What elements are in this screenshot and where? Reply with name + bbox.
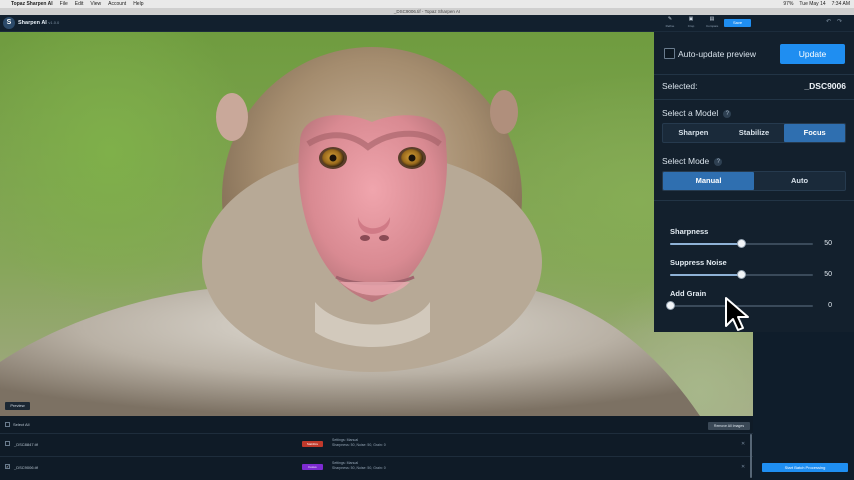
app-header: S Sharpen AI v1.0.0 ✎ Refine ▣ Crop ▤ Co…: [0, 15, 854, 32]
menu-bar: Topaz Sharpen AI File Edit View Account …: [0, 0, 854, 8]
suppress-noise-value: 50: [824, 271, 832, 278]
list-item[interactable]: _DSC8847.tif Stabilize Settings: Manual …: [0, 433, 753, 453]
compare-tool-label: Compare: [706, 24, 719, 28]
battery-status[interactable]: 97%: [783, 1, 793, 7]
row-settings: Settings: Manual Sharpness: 50, Noise: 5…: [332, 461, 386, 471]
model-badge: Focus: [302, 464, 323, 470]
clock-date[interactable]: Tue May 14: [799, 1, 825, 7]
mode-section-label: Select Mode: [662, 156, 710, 166]
sharpness-slider-handle[interactable]: [737, 239, 746, 248]
row-filename: _DSC9006.tif: [14, 465, 38, 470]
panel-divider: [654, 200, 854, 201]
model-stabilize-button[interactable]: Stabilize: [724, 124, 785, 142]
mode-section-title: Select Mode?: [662, 156, 723, 166]
add-grain-value: 0: [828, 302, 832, 309]
model-sharpen-button[interactable]: Sharpen: [663, 124, 724, 142]
suppress-noise-slider-fill: [670, 274, 742, 276]
row-checkbox[interactable]: [5, 441, 10, 446]
list-header: Select All Remove All Images: [0, 419, 753, 430]
menu-help[interactable]: Help: [133, 1, 143, 7]
menu-edit[interactable]: Edit: [75, 1, 84, 7]
pencil-icon: ✎: [667, 16, 673, 22]
app-title: Sharpen AI v1.0.0: [18, 20, 59, 26]
model-section-label: Select a Model: [662, 108, 719, 118]
monkey-photo: [0, 47, 700, 416]
row-settings-values: Sharpness: 50, Noise: 50, Grain: 0: [332, 443, 386, 447]
remove-all-images-button[interactable]: Remove All Images: [708, 422, 750, 430]
save-button[interactable]: Save: [724, 19, 751, 27]
sharpness-slider[interactable]: [670, 239, 813, 248]
remove-row-icon[interactable]: ✕: [741, 464, 745, 470]
suppress-noise-slider[interactable]: [670, 270, 813, 279]
right-column-empty: [753, 332, 854, 480]
menu-file[interactable]: File: [60, 1, 68, 7]
mode-manual-button[interactable]: Manual: [663, 172, 754, 190]
help-icon[interactable]: ?: [714, 157, 723, 166]
row-settings-values: Sharpness: 50, Noise: 50, Grain: 0: [332, 466, 386, 470]
update-button[interactable]: Update: [780, 44, 845, 64]
mode-auto-button[interactable]: Auto: [754, 172, 845, 190]
history-controls: ↶ ↷: [826, 18, 842, 25]
menu-view[interactable]: View: [90, 1, 101, 7]
app-logo-icon: S: [3, 17, 15, 29]
panel-divider: [654, 99, 854, 100]
sharpness-value: 50: [824, 240, 832, 247]
add-grain-slider-handle[interactable]: [665, 301, 675, 310]
start-batch-processing-button[interactable]: Start Batch Processing: [762, 463, 848, 472]
menu-account[interactable]: Account: [108, 1, 126, 7]
menu-app-name[interactable]: Topaz Sharpen AI: [11, 1, 53, 7]
mouse-cursor-icon: [725, 297, 749, 331]
app-title-name: Sharpen AI: [18, 20, 47, 26]
select-all-checkbox[interactable]: [5, 422, 10, 427]
sharpness-label: Sharpness: [670, 227, 709, 236]
list-scrollbar[interactable]: [750, 434, 752, 478]
model-selector: Sharpen Stabilize Focus: [662, 123, 846, 143]
remove-row-icon[interactable]: ✕: [741, 441, 745, 447]
compare-tool-button[interactable]: ▤ Compare: [706, 16, 718, 30]
auto-update-checkbox[interactable]: [664, 48, 675, 59]
panel-divider: [654, 74, 854, 75]
suppress-noise-slider-handle[interactable]: [737, 270, 746, 279]
adjustment-sliders: Sharpness 50 Suppress Noise 50 Add Grain…: [654, 218, 854, 332]
window-title: _DSC9006.tif - Topaz Sharpen AI: [0, 8, 854, 15]
image-list: Select All Remove All Images _DSC8847.ti…: [0, 416, 753, 480]
mode-selector: Manual Auto: [662, 171, 846, 191]
select-all-label[interactable]: Select All: [13, 422, 29, 427]
suppress-noise-label: Suppress Noise: [670, 258, 727, 267]
row-settings: Settings: Manual Sharpness: 50, Noise: 5…: [332, 438, 386, 448]
auto-update-label: Auto-update preview: [678, 49, 756, 59]
header-tools: ✎ Refine ▣ Crop ▤ Compare: [664, 16, 719, 30]
model-section-title: Select a Model?: [662, 108, 732, 118]
row-checkbox[interactable]: ✓: [5, 464, 10, 469]
crop-tool-button[interactable]: ▣ Crop: [685, 16, 697, 30]
add-grain-label: Add Grain: [670, 289, 707, 298]
row-filename: _DSC8847.tif: [14, 442, 38, 447]
image-preview[interactable]: [0, 32, 753, 416]
crop-tool-label: Crop: [687, 24, 695, 28]
selected-label: Selected:: [662, 81, 698, 91]
undo-icon[interactable]: ↶: [826, 18, 831, 25]
redo-icon[interactable]: ↷: [837, 18, 842, 25]
refine-tool-label: Refine: [665, 24, 675, 28]
help-icon[interactable]: ?: [723, 109, 732, 118]
preview-toggle-button[interactable]: Preview: [5, 402, 30, 410]
model-badge: Stabilize: [302, 441, 323, 447]
sharpness-slider-fill: [670, 243, 742, 245]
list-item[interactable]: ✓ _DSC9006.tif Focus Settings: Manual Sh…: [0, 456, 753, 476]
refine-tool-button[interactable]: ✎ Refine: [664, 16, 676, 30]
model-focus-button[interactable]: Focus: [784, 124, 846, 142]
selected-image-name: _DSC9006: [804, 81, 846, 91]
clock-time[interactable]: 7:34 AM: [832, 1, 850, 7]
app-version: v1.0.0: [48, 20, 60, 25]
compare-icon: ▤: [709, 16, 715, 22]
crop-icon: ▣: [688, 16, 694, 22]
